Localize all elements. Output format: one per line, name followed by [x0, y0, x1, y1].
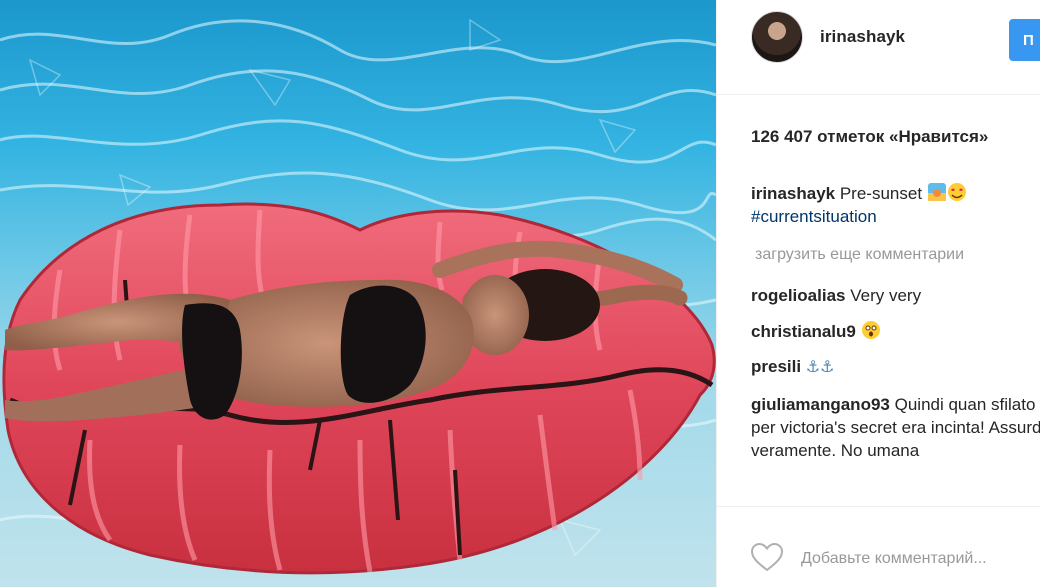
avatar[interactable] — [751, 11, 803, 63]
load-more-comments-link[interactable]: загрузить еще комментарии — [755, 246, 964, 264]
caption: irinashayk Pre-sunset #currentsituation — [751, 182, 967, 228]
comment-text: Very very — [850, 286, 922, 305]
heart-outline-icon[interactable] — [750, 542, 784, 572]
comment-item: giuliamangano93 Quindi quan sfilato per … — [751, 393, 1040, 462]
comment-author[interactable]: christianalu9 — [751, 322, 856, 341]
likes-count[interactable]: 126 407 отметок «Нравится» — [751, 127, 988, 147]
comment-item: presili ⚓⚓ — [751, 355, 835, 379]
post-photo-image — [0, 0, 716, 587]
comment-bar — [717, 506, 1040, 587]
comment-author[interactable]: presili — [751, 357, 801, 376]
username-link[interactable]: irinashayk — [820, 27, 905, 47]
follow-button[interactable]: П — [1009, 19, 1040, 61]
caption-text: Pre-sunset — [839, 184, 923, 203]
post-sidebar: irinashayk П 126 407 отметок «Нравится» … — [716, 0, 1040, 587]
post-header: irinashayk П — [717, 0, 1040, 95]
comment-item: christianalu9 — [751, 320, 881, 343]
comment-author[interactable]: rogelioalias — [751, 286, 845, 305]
comment-author[interactable]: irinashayk — [751, 184, 835, 203]
add-comment-input[interactable] — [801, 547, 1040, 571]
sunset-emoji-icon — [927, 183, 966, 201]
comment-item: rogelioalias Very very — [751, 284, 921, 307]
anchor-emoji-icon: ⚓⚓ — [805, 359, 835, 376]
comment-author[interactable]: giuliamangano93 — [751, 395, 890, 414]
astonished-emoji-icon — [861, 321, 880, 339]
hashtag-link[interactable]: #currentsituation — [751, 205, 967, 228]
post-photo[interactable] — [0, 0, 716, 587]
